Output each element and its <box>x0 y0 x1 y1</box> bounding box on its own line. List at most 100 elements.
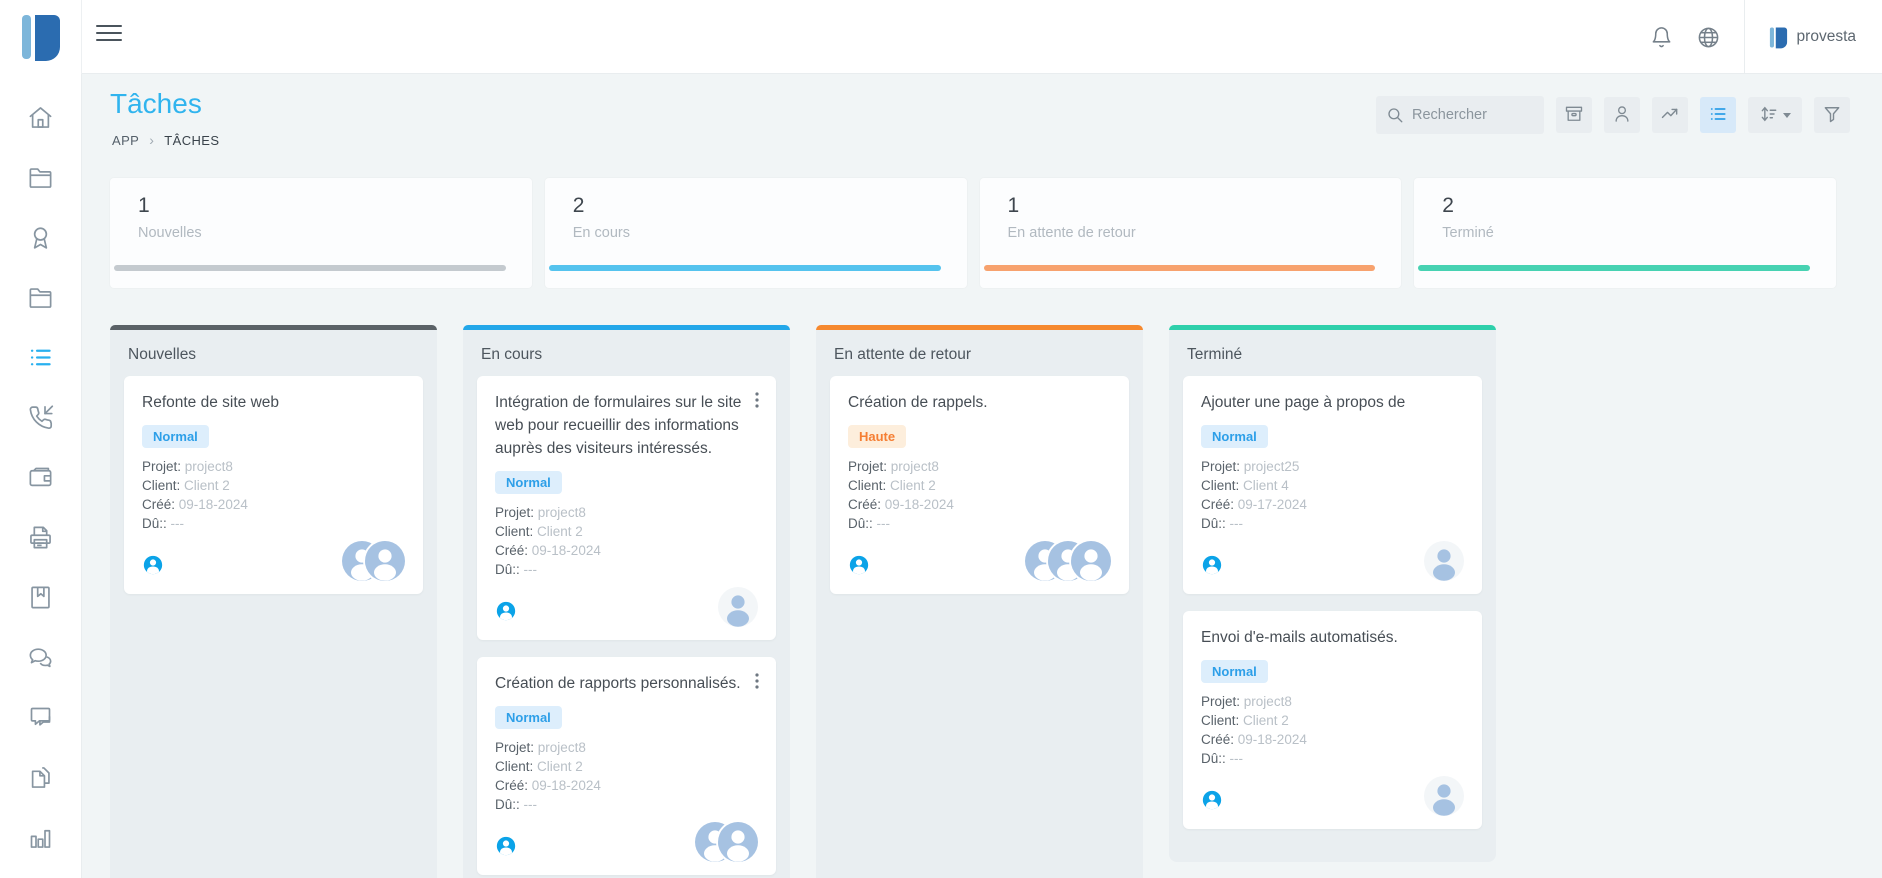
kebab-menu-icon[interactable] <box>748 671 766 691</box>
sidebar-item-payments[interactable] <box>0 450 81 510</box>
account-circle-icon[interactable] <box>1201 554 1223 581</box>
task-meta: Projet: project25 Client: Client 4 Créé:… <box>1201 457 1464 533</box>
breadcrumb: APP › TÂCHES <box>112 132 219 148</box>
top-bar: provesta <box>0 0 1882 74</box>
stat-value: 2 <box>1414 178 1836 218</box>
stat-label: En attente de retour <box>980 225 1402 241</box>
task-card[interactable]: Création de rapports personnalisés. Norm… <box>477 657 776 875</box>
brand-logo-small-icon <box>1769 26 1788 49</box>
sidebar-item-documents[interactable] <box>0 750 81 810</box>
task-card[interactable]: Intégration de formulaires sur le site w… <box>477 376 776 640</box>
wallet-icon <box>27 464 54 496</box>
task-title: Intégration de formulaires sur le site w… <box>495 391 758 460</box>
app-logo[interactable] <box>0 0 82 74</box>
sidebar-item-messages[interactable] <box>0 690 81 750</box>
brand-name: provesta <box>1797 28 1856 46</box>
stat-value: 1 <box>980 178 1402 218</box>
task-card[interactable]: Ajouter une page à propos de Normal Proj… <box>1183 376 1482 594</box>
priority-badge: Normal <box>1201 425 1268 448</box>
task-title: Création de rappels. <box>848 391 1111 414</box>
avatar <box>1424 541 1464 581</box>
stat-progress-bar <box>1418 265 1810 271</box>
stat-label: Nouvelles <box>110 225 532 241</box>
stat-card-in-progress: 2 En cours <box>545 178 967 288</box>
kebab-menu-icon[interactable] <box>748 390 766 410</box>
list-icon <box>27 344 54 376</box>
account-circle-icon[interactable] <box>495 600 517 627</box>
stat-progress-bar <box>549 265 941 271</box>
avatar-stack <box>695 822 758 862</box>
avatar <box>718 822 758 862</box>
topbar-divider <box>1744 0 1745 74</box>
filter-button[interactable] <box>1814 97 1850 133</box>
task-title: Ajouter une page à propos de <box>1201 391 1464 414</box>
task-card[interactable]: Envoi d'e-mails automatisés. Normal Proj… <box>1183 611 1482 829</box>
chart-view-button[interactable] <box>1652 97 1688 133</box>
brand[interactable]: provesta <box>1769 26 1856 49</box>
sidebar-item-knowledge[interactable] <box>0 570 81 630</box>
sort-button[interactable] <box>1748 97 1802 133</box>
stat-value: 2 <box>545 178 967 218</box>
sidebar-item-reports[interactable] <box>0 810 81 870</box>
avatar <box>1424 776 1464 816</box>
avatar-stack <box>718 587 758 627</box>
sidebar-item-awards[interactable] <box>0 210 81 270</box>
sidebar-item-home[interactable] <box>0 90 81 150</box>
app-window: provesta <box>0 0 1882 878</box>
task-meta: Projet: project8 Client: Client 2 Créé: … <box>1201 692 1464 768</box>
kanban-column-termine: Terminé Ajouter une page à propos de Nor… <box>1169 325 1496 878</box>
sidebar-item-calls[interactable] <box>0 390 81 450</box>
list-view-button[interactable] <box>1700 97 1736 133</box>
task-card[interactable]: Création de rappels. Haute Projet: proje… <box>830 376 1129 594</box>
account-circle-icon[interactable] <box>495 835 517 862</box>
sort-icon <box>1759 104 1779 127</box>
copy-pages-icon <box>27 764 54 796</box>
menu-toggle-button[interactable] <box>96 25 122 45</box>
list-icon <box>1708 104 1728 127</box>
kanban-column-en-cours: En cours Intégration de formulaires sur … <box>463 325 790 878</box>
page-title: Tâches <box>110 88 202 120</box>
archive-button[interactable] <box>1556 97 1592 133</box>
archive-icon <box>1564 104 1584 127</box>
stat-progress-bar <box>984 265 1376 271</box>
stat-label: Terminé <box>1414 225 1836 241</box>
account-circle-icon[interactable] <box>1201 789 1223 816</box>
priority-badge: Normal <box>495 471 562 494</box>
folder-icon <box>27 164 54 196</box>
sidebar-item-projects[interactable] <box>0 150 81 210</box>
stat-progress-bar <box>114 265 506 271</box>
sidebar-item-print[interactable] <box>0 510 81 570</box>
chat-bubbles-icon <box>27 644 54 676</box>
message-square-icon <box>27 704 54 736</box>
task-card[interactable]: Refonte de site web Normal Projet: proje… <box>124 376 423 594</box>
status-summary-row: 1 Nouvelles 2 En cours 1 En attente de r… <box>110 178 1836 288</box>
assignees-button[interactable] <box>1604 97 1640 133</box>
search-input[interactable] <box>1412 107 1532 123</box>
avatar <box>1071 541 1111 581</box>
priority-badge: Normal <box>1201 660 1268 683</box>
search-icon <box>1386 106 1404 124</box>
column-title: Nouvelles <box>110 330 437 376</box>
bar-chart-icon <box>27 824 54 856</box>
sidebar-item-chat[interactable] <box>0 630 81 690</box>
search-box[interactable] <box>1376 96 1544 134</box>
avatar <box>365 541 405 581</box>
column-title: Terminé <box>1169 330 1496 376</box>
home-icon <box>27 104 54 136</box>
chevron-down-icon <box>1782 108 1792 123</box>
main-content: Tâches APP › TÂCHES <box>82 74 1882 878</box>
bell-icon[interactable] <box>1650 26 1673 49</box>
trend-icon <box>1660 104 1680 127</box>
globe-icon[interactable] <box>1697 26 1720 49</box>
account-circle-icon[interactable] <box>142 554 164 581</box>
task-meta: Projet: project8 Client: Client 2 Créé: … <box>495 738 758 814</box>
breadcrumb-root[interactable]: APP <box>112 133 139 148</box>
stat-value: 1 <box>110 178 532 218</box>
breadcrumb-current: TÂCHES <box>164 133 219 148</box>
account-circle-icon[interactable] <box>848 554 870 581</box>
award-icon <box>27 224 54 256</box>
sidebar-item-files[interactable] <box>0 270 81 330</box>
priority-badge: Normal <box>142 425 209 448</box>
sidebar-item-tasks[interactable] <box>0 330 81 390</box>
chevron-right-icon: › <box>149 132 154 148</box>
